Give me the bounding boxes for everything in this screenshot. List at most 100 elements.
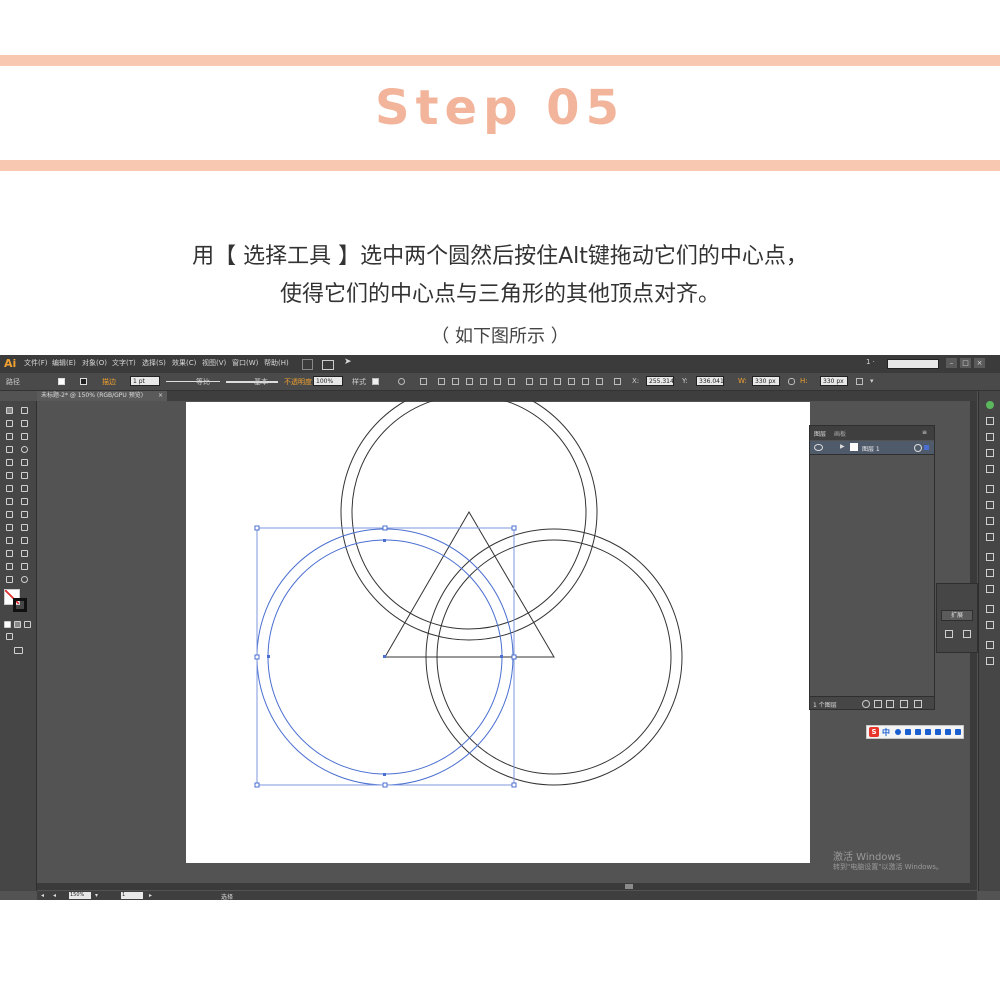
zoom-field[interactable]: 150% — [69, 892, 91, 899]
blob-brush-tool-icon[interactable] — [6, 472, 13, 479]
link-proportions-icon[interactable] — [788, 378, 795, 385]
blend-tool-icon[interactable] — [21, 537, 28, 544]
ellipse-tool-icon[interactable] — [21, 446, 28, 453]
horizontal-scroll-thumb[interactable] — [625, 884, 633, 889]
transform-icon[interactable] — [856, 378, 863, 385]
opacity-label[interactable]: 不透明度 — [284, 377, 312, 387]
color-mode-icon[interactable] — [4, 621, 11, 628]
y-field[interactable]: 336.041 — [696, 376, 724, 386]
expand-arrow-icon[interactable]: ▶ — [840, 443, 845, 450]
pathfinder-icon[interactable] — [986, 585, 994, 593]
draw-mode-icon[interactable] — [6, 633, 13, 640]
nav-first-icon[interactable]: ◂ — [41, 892, 44, 899]
align-left-icon[interactable] — [438, 378, 445, 385]
panel-icon-2[interactable] — [963, 630, 971, 638]
new-layer-icon[interactable] — [900, 700, 908, 708]
distribute-right-icon[interactable] — [596, 378, 603, 385]
align-vcenter-icon[interactable] — [494, 378, 501, 385]
distribute-top-icon[interactable] — [526, 378, 533, 385]
align-bottom-icon[interactable] — [508, 378, 515, 385]
gradient-panel-icon[interactable] — [986, 517, 994, 525]
height-field[interactable]: 330 px — [820, 376, 848, 386]
delete-layer-icon[interactable] — [914, 700, 922, 708]
fill-swatch[interactable] — [58, 378, 65, 385]
distribute-left-icon[interactable] — [568, 378, 575, 385]
none-mode-icon[interactable] — [24, 621, 31, 628]
artboard-tool-icon[interactable] — [6, 563, 13, 570]
align-grid-icon[interactable] — [420, 378, 427, 385]
search-input[interactable] — [887, 359, 939, 369]
scale-tool-icon[interactable] — [21, 485, 28, 492]
voice-icon[interactable] — [925, 729, 931, 735]
settings-icon[interactable] — [955, 729, 961, 735]
visibility-eye-icon[interactable] — [814, 444, 823, 451]
align-panel-icon[interactable] — [986, 605, 994, 613]
opacity-field[interactable]: 100% — [313, 376, 343, 386]
width-tool-icon[interactable] — [6, 498, 13, 505]
tab-artboards[interactable]: 画板 — [834, 429, 846, 438]
nav-next-icon[interactable]: ▸ — [149, 892, 152, 899]
stroke-label[interactable]: 描边 — [102, 377, 116, 387]
brushes-icon[interactable] — [986, 449, 994, 457]
slice-tool-icon[interactable] — [21, 563, 28, 570]
hand-tool-icon[interactable] — [6, 576, 13, 583]
align-hcenter-icon[interactable] — [452, 378, 459, 385]
graph-tool-icon[interactable] — [21, 550, 28, 557]
ime-toolbar[interactable]: S 中 — [866, 725, 964, 739]
artboards-icon[interactable] — [986, 641, 994, 649]
appearance-icon[interactable] — [986, 553, 994, 561]
eraser-tool-icon[interactable] — [21, 472, 28, 479]
minimize-button[interactable]: – — [946, 358, 957, 368]
bridge-icon[interactable] — [302, 359, 313, 370]
document-tab[interactable]: 未标题-2* @ 150% (RGB/GPU 预览) × — [37, 391, 167, 401]
locate-object-icon[interactable] — [862, 700, 870, 708]
punctuation-icon[interactable] — [905, 729, 911, 735]
menu-help[interactable]: 帮助(H) — [264, 358, 289, 368]
control-bar-menu-icon[interactable]: ▾ — [870, 377, 874, 385]
mesh-tool-icon[interactable] — [6, 524, 13, 531]
pen-tool-icon[interactable] — [6, 433, 13, 440]
style-swatch[interactable] — [372, 378, 379, 385]
gradient-mode-icon[interactable] — [14, 621, 21, 628]
distribute-hcenter-icon[interactable] — [582, 378, 589, 385]
width-field[interactable]: 330 px — [752, 376, 780, 386]
artboard-number-field[interactable]: 1 — [121, 892, 143, 899]
paintbrush-tool-icon[interactable] — [6, 459, 13, 466]
type-tool-icon[interactable] — [21, 433, 28, 440]
recolor-icon[interactable] — [398, 378, 405, 385]
moon-icon[interactable] — [895, 729, 901, 735]
tab-layers[interactable]: 图层 — [814, 429, 826, 438]
symbol-sprayer-tool-icon[interactable] — [6, 550, 13, 557]
lasso-tool-icon[interactable] — [21, 420, 28, 427]
clipping-mask-icon[interactable] — [874, 700, 882, 708]
menu-view[interactable]: 视图(V) — [202, 358, 226, 368]
close-button[interactable]: × — [974, 358, 985, 368]
menu-file[interactable]: 文件(F) — [24, 358, 48, 368]
layer-row[interactable]: ▶ 图层 1 — [810, 441, 934, 455]
line-tool-icon[interactable] — [6, 446, 13, 453]
selection-tool-icon[interactable] — [6, 407, 13, 414]
free-transform-tool-icon[interactable] — [21, 498, 28, 505]
menu-effect[interactable]: 效果(C) — [172, 358, 196, 368]
stroke-panel-icon[interactable] — [986, 501, 994, 509]
layers-icon[interactable] — [986, 657, 994, 665]
screen-mode-icon[interactable] — [14, 647, 23, 654]
panel-icon-1[interactable] — [945, 630, 953, 638]
zoom-dropdown-icon[interactable]: ▾ — [95, 892, 98, 899]
x-field[interactable]: 255.314 — [646, 376, 674, 386]
eyedropper-tool-icon[interactable] — [6, 537, 13, 544]
arrange-docs-icon[interactable] — [322, 360, 334, 370]
workspace-switcher[interactable]: 1 · — [866, 358, 875, 366]
align-top-icon[interactable] — [480, 378, 487, 385]
magic-wand-tool-icon[interactable] — [6, 420, 13, 427]
swatches-icon[interactable] — [986, 433, 994, 441]
new-sublayer-icon[interactable] — [886, 700, 894, 708]
reference-point-icon[interactable] — [614, 378, 621, 385]
distribute-vcenter-icon[interactable] — [540, 378, 547, 385]
menu-window[interactable]: 窗口(W) — [232, 358, 258, 368]
transform-panel-icon[interactable] — [986, 621, 994, 629]
color-panel-icon[interactable] — [986, 401, 994, 409]
target-icon[interactable] — [914, 444, 922, 452]
navigator-icon[interactable] — [986, 569, 994, 577]
ime-mode-label[interactable]: 中 — [882, 727, 890, 738]
